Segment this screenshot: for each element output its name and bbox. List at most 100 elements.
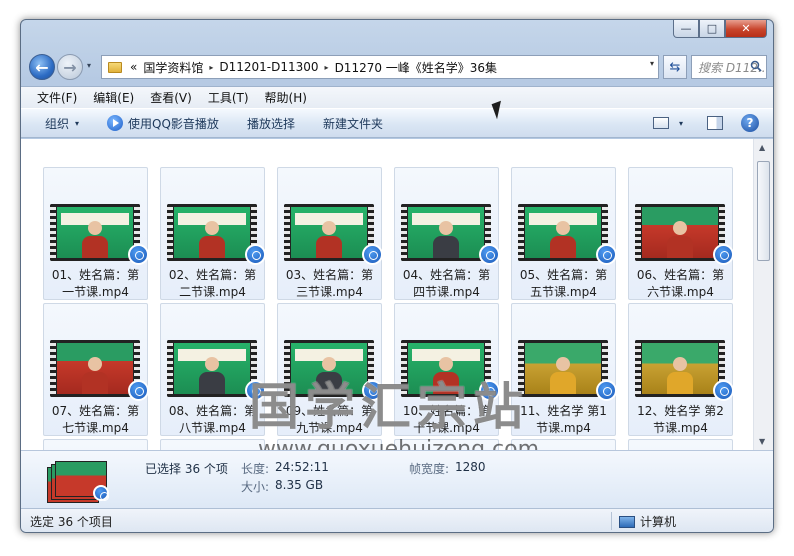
- menu-edit[interactable]: 编辑(E): [93, 89, 134, 106]
- chevron-down-icon: ▾: [75, 118, 80, 128]
- presenter-figure: [199, 357, 225, 394]
- video-frame: [642, 207, 718, 258]
- presenter-figure: [550, 221, 576, 258]
- recent-pages-dropdown[interactable]: ▾: [87, 61, 91, 70]
- forward-button[interactable]: →: [57, 54, 83, 80]
- status-computer: 计算机: [640, 515, 677, 529]
- qq-player-icon: [93, 485, 109, 501]
- file-name: 02、姓名篇：第 二节课.mp4: [161, 267, 264, 301]
- breadcrumb-item[interactable]: D11201-D11300: [219, 60, 318, 74]
- new-folder-button[interactable]: 新建文件夹: [323, 115, 383, 132]
- command-bar: 组织 ▾ 使用QQ影音播放 播放选择 新建文件夹 ▾ ?: [21, 108, 773, 138]
- length-value: 24:52:11: [275, 460, 329, 474]
- presenter-head: [88, 357, 102, 371]
- vertical-scrollbar[interactable]: ▲ ▼: [753, 139, 773, 450]
- breadcrumb-item[interactable]: D11270 一峰《姓名学》36集: [335, 59, 498, 76]
- organize-label: 组织: [45, 116, 70, 131]
- menu-view[interactable]: 查看(V): [150, 89, 192, 106]
- filmstrip: [50, 340, 56, 397]
- play-selection-label: 播放选择: [246, 116, 295, 131]
- file-name: 06、姓名篇：第 六节课.mp4: [629, 267, 732, 301]
- file-name-line: 三节课.mp4: [296, 285, 363, 299]
- presenter-body: [667, 372, 693, 394]
- video-thumbnail: [167, 340, 257, 397]
- preview-pane-icon[interactable]: [707, 116, 723, 130]
- file-item[interactable]: 12、姓名学 第2 节课.mp4: [628, 303, 734, 437]
- toolbar-right: ▾ ?: [652, 114, 759, 132]
- scroll-up-arrow[interactable]: ▲: [759, 143, 765, 152]
- back-button[interactable]: ←: [29, 54, 55, 80]
- help-icon[interactable]: ?: [741, 114, 759, 132]
- refresh-button[interactable]: ⇆: [663, 55, 687, 79]
- search-input[interactable]: 搜索 D112...: [691, 55, 767, 79]
- play-with-qq-button[interactable]: 使用QQ影音播放: [107, 115, 219, 132]
- file-name: 07、姓名篇：第 七节课.mp4: [44, 403, 147, 437]
- file-item[interactable]: 04、姓名篇：第 四节课.mp4: [394, 167, 500, 301]
- file-name-line: 七节课.mp4: [62, 421, 129, 435]
- organize-button[interactable]: 组织 ▾: [45, 115, 79, 132]
- file-name-line: 五节课.mp4: [530, 285, 597, 299]
- presenter-figure: [550, 357, 576, 394]
- close-button[interactable]: ✕: [725, 20, 767, 38]
- presenter-body: [82, 372, 108, 394]
- chevron-down-icon[interactable]: ▾: [679, 119, 683, 128]
- address-dropdown[interactable]: ▾: [650, 59, 654, 68]
- file-name: 01、姓名篇：第 一节课.mp4: [44, 267, 147, 301]
- qq-player-icon: [479, 244, 500, 265]
- view-options-icon[interactable]: [652, 117, 669, 129]
- video-frame: [174, 343, 250, 394]
- breadcrumb-separator[interactable]: ▸: [325, 63, 329, 72]
- minimize-button[interactable]: —: [673, 20, 699, 38]
- breadcrumb-overflow[interactable]: «: [130, 60, 137, 74]
- file-item[interactable]: [43, 439, 148, 450]
- presenter-head: [88, 221, 102, 235]
- length-label: 长度:: [241, 462, 270, 476]
- play-selection-button[interactable]: 播放选择: [247, 115, 295, 132]
- size-label: 大小:: [241, 480, 270, 494]
- status-location: 计算机: [619, 513, 676, 530]
- breadcrumb-item[interactable]: 国学资料馆: [143, 59, 203, 76]
- menu-bar: 文件(F) 编辑(E) 查看(V) 工具(T) 帮助(H): [21, 86, 773, 108]
- address-bar[interactable]: « 国学资料馆 ▸ D11201-D11300 ▸ D11270 一峰《姓名学》…: [101, 55, 659, 79]
- file-item[interactable]: [628, 439, 733, 450]
- video-frame: [57, 207, 133, 258]
- computer-icon: [619, 515, 635, 528]
- scroll-thumb[interactable]: [757, 161, 770, 261]
- search-icon: [750, 60, 762, 72]
- filmstrip: [284, 204, 290, 261]
- filmstrip: [635, 204, 641, 261]
- details-pane: 已选择 36 个项 长度: 24:52:11 大小: 8.35 GB 帧宽度: …: [21, 450, 773, 508]
- file-item[interactable]: 05、姓名篇：第 五节课.mp4: [511, 167, 617, 300]
- status-selection: 选定 36 个项目: [30, 514, 113, 529]
- video-frame: [408, 207, 484, 258]
- frame-width-label: 帧宽度:: [409, 462, 450, 476]
- menu-help[interactable]: 帮助(H): [265, 89, 307, 106]
- file-name: 12、姓名学 第2 节课.mp4: [629, 403, 732, 437]
- file-name-line: 节课.mp4: [653, 421, 708, 435]
- file-item[interactable]: [160, 439, 265, 450]
- file-item[interactable]: 06、姓名篇：第 六节课.mp4: [628, 167, 734, 301]
- menu-tools[interactable]: 工具(T): [208, 89, 249, 106]
- file-item[interactable]: 03、姓名篇：第 三节课.mp4: [277, 167, 383, 300]
- video-thumbnail: [518, 204, 608, 261]
- breadcrumb-separator[interactable]: ▸: [209, 63, 213, 72]
- qq-player-icon: [596, 380, 617, 401]
- file-name-line: 02、姓名篇：第: [168, 268, 257, 282]
- menu-file[interactable]: 文件(F): [37, 89, 77, 106]
- presenter-figure: [82, 357, 108, 394]
- scroll-down-arrow[interactable]: ▼: [759, 437, 765, 446]
- presenter-body: [199, 372, 225, 394]
- file-item[interactable]: 07、姓名篇：第 七节课.mp4: [43, 303, 149, 437]
- file-item[interactable]: 02、姓名篇：第 二节课.mp4: [160, 167, 266, 301]
- video-frame: [642, 343, 718, 394]
- refresh-icon: ⇆: [669, 59, 681, 75]
- file-name: 04、姓名篇：第 四节课.mp4: [395, 267, 498, 301]
- file-name-line: 05、姓名篇：第: [519, 268, 608, 282]
- file-item[interactable]: 01、姓名篇：第 一节课.mp4: [43, 167, 149, 301]
- filmstrip: [518, 204, 524, 261]
- maximize-button[interactable]: □: [699, 20, 725, 38]
- presenter-figure: [82, 221, 108, 258]
- filmstrip: [167, 204, 173, 261]
- presenter-head: [439, 221, 453, 235]
- status-divider: [611, 512, 612, 530]
